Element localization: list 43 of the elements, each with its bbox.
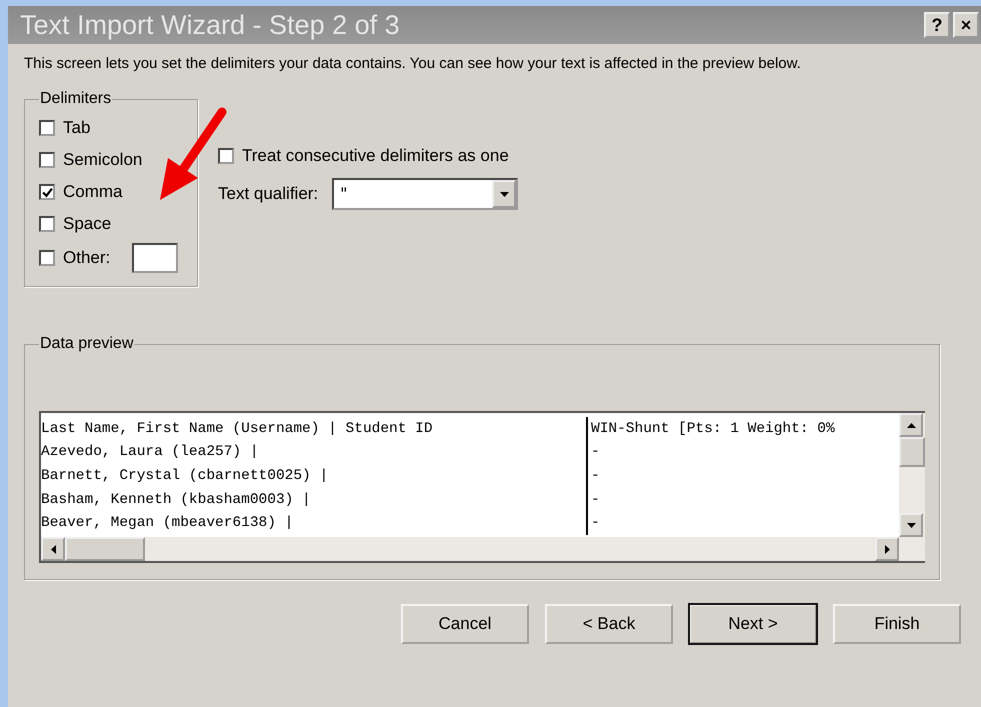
group-label: Delimiters	[39, 90, 112, 108]
instruction-text: This screen lets you set the delimiters your data contains. You can see how your text is affected in the preview below.	[24, 54, 802, 74]
checkbox-label: Semicolon	[63, 150, 142, 170]
checkbox[interactable]	[218, 148, 234, 164]
checkbox-label: Space	[63, 214, 112, 234]
table-cell-text: -	[590, 515, 600, 532]
table-cell: Basham, Kenneth (kbasham0003) |	[41, 488, 588, 512]
checkbox-label: Other:	[63, 248, 110, 268]
table-cell-text: WIN-Shunt [Pts: 1 Weight: 0%	[590, 420, 835, 437]
close-button[interactable]: ×	[953, 12, 979, 38]
table-cell-text: -	[590, 468, 600, 484]
checkbox-label: Treat consecutive delimiters as one	[242, 146, 509, 166]
checkbox-label: Comma	[63, 182, 123, 202]
vertical-scrollbar[interactable]	[899, 413, 925, 561]
dialog-button[interactable]: Next >	[689, 604, 817, 644]
checkbox[interactable]	[39, 152, 55, 168]
field-label: Text qualifier:	[218, 184, 318, 204]
checkbox-label: Tab	[63, 118, 90, 138]
scroll-thumb[interactable]	[65, 537, 145, 561]
horizontal-scrollbar[interactable]	[41, 537, 899, 561]
scroll-up-icon[interactable]	[899, 413, 923, 437]
dialog-button[interactable]: Finish	[833, 604, 961, 644]
dialog-button[interactable]: < Back	[545, 604, 673, 644]
text-qualifier-dropdown[interactable]: "	[332, 178, 518, 210]
checkbox[interactable]	[39, 250, 55, 266]
window-title: Text Import Wizard - Step 2 of 3	[20, 10, 400, 40]
checkbox[interactable]	[39, 120, 55, 136]
help-button[interactable]: ?	[924, 12, 950, 38]
table-cell: Barnett, Crystal (cbarnett0025) |	[41, 464, 588, 488]
table-cell: Beaver, Megan (mbeaver6138) |	[41, 511, 588, 535]
input-field[interactable]	[132, 243, 178, 273]
dialog-button[interactable]: Cancel	[401, 604, 529, 644]
scroll-left-icon[interactable]	[41, 537, 65, 561]
table-cell-text: -	[590, 444, 600, 460]
scroll-right-icon[interactable]	[875, 537, 899, 561]
scroll-thumb[interactable]	[899, 437, 925, 467]
scroll-down-icon[interactable]	[899, 513, 923, 537]
group-label: Data preview	[39, 335, 134, 353]
checkbox[interactable]	[39, 184, 55, 200]
table-cell-text: -	[590, 492, 600, 508]
table-cell: Azevedo, Laura (lea257) |	[41, 440, 588, 464]
checkbox[interactable]	[39, 216, 55, 232]
table-cell: Last Name, First Name (Username) | Student ID	[41, 417, 588, 441]
